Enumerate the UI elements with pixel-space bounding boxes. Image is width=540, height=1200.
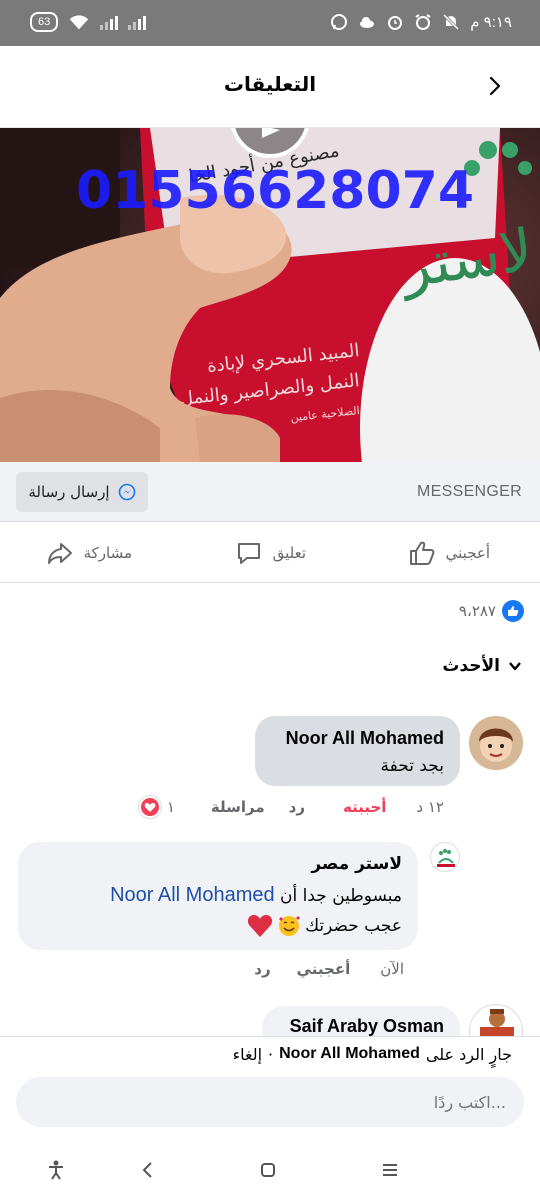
share-icon bbox=[47, 543, 72, 564]
mute-icon bbox=[443, 13, 460, 31]
like-comment-button[interactable]: أعجبني bbox=[297, 960, 351, 978]
replying-to-name: Noor All Mohamed bbox=[279, 1045, 420, 1062]
replying-to-banner: جارٍ الرد على Noor All Mohamed · إلغاء bbox=[233, 1045, 512, 1064]
cloud-icon bbox=[360, 17, 375, 28]
comment-meta: ١٢ د أحببته رد مراسلة ١ bbox=[138, 796, 444, 818]
smiling-hearts-emoji-icon bbox=[277, 914, 301, 938]
reply-composer: جارٍ الرد على Noor All Mohamed · إلغاء bbox=[0, 1036, 540, 1156]
recent-apps-icon[interactable] bbox=[378, 1158, 402, 1182]
message-button[interactable]: مراسلة bbox=[211, 798, 265, 816]
page-avatar[interactable] bbox=[430, 842, 460, 872]
send-message-label: إرسال رسالة bbox=[28, 483, 110, 501]
send-message-button[interactable]: إرسال رسالة bbox=[16, 472, 148, 512]
red-heart-emoji-icon bbox=[247, 914, 273, 938]
sort-dropdown[interactable]: الأحدث bbox=[442, 656, 522, 676]
back-icon[interactable] bbox=[136, 1158, 160, 1182]
accessibility-icon[interactable] bbox=[44, 1158, 68, 1182]
comment-time: ١٢ د bbox=[416, 798, 444, 816]
reply-button[interactable]: رد bbox=[254, 960, 270, 978]
replying-prefix: جارٍ الرد على bbox=[425, 1045, 512, 1064]
comment-text-suffix: عجب حضرتك bbox=[305, 916, 402, 936]
comment-icon bbox=[237, 543, 260, 564]
commenter-name[interactable]: Saif Araby Osman bbox=[290, 1016, 444, 1037]
reaction-count: ٩،٢٨٧ bbox=[458, 602, 496, 620]
signal-icon bbox=[100, 14, 119, 30]
like-label: أعجبني bbox=[445, 544, 490, 562]
separator-dot: · bbox=[268, 1045, 274, 1064]
battery-indicator: 63 bbox=[30, 12, 59, 32]
reply-input[interactable] bbox=[16, 1077, 524, 1127]
comment-text-prefix: مبسوطين جدا أن bbox=[280, 886, 402, 906]
avatar[interactable] bbox=[469, 716, 523, 770]
like-reaction-icon bbox=[502, 600, 524, 622]
share-button[interactable]: مشاركة bbox=[46, 539, 132, 567]
comment-text-line-2: عجب حضرتك bbox=[247, 914, 402, 938]
alarm-icon bbox=[388, 16, 403, 30]
comment-bubble[interactable]: Saif Araby Osman bbox=[262, 1006, 460, 1038]
reaction-summary[interactable]: ٩،٢٨٧ bbox=[459, 600, 524, 622]
comment-bubble[interactable]: Noor All Mohamed بجد تحفة bbox=[255, 716, 460, 786]
commenter-name[interactable]: لاستر مصر bbox=[311, 854, 402, 874]
cancel-reply-button[interactable]: إلغاء bbox=[233, 1045, 262, 1064]
status-bar: 63 ٩:١٩ م bbox=[0, 0, 540, 46]
messenger-label: MESSENGER bbox=[417, 483, 522, 500]
comment-bubble[interactable]: لاستر مصر مبسوطين جدا أن Noor All Mohame… bbox=[18, 842, 418, 950]
back-chevron-icon[interactable] bbox=[482, 74, 506, 98]
reaction-count-badge[interactable]: ١ bbox=[138, 796, 175, 818]
share-label: مشاركة bbox=[83, 544, 132, 562]
home-icon[interactable] bbox=[256, 1158, 280, 1182]
comments-header: التعليقات bbox=[0, 46, 540, 128]
messenger-bar: MESSENGER إرسال رسالة bbox=[0, 462, 540, 522]
alarm-clock-icon bbox=[415, 14, 431, 30]
thumbs-up-icon bbox=[409, 541, 435, 565]
page-title: التعليقات bbox=[223, 72, 317, 96]
comment-label: تعليق bbox=[272, 544, 306, 562]
comment-reaction-count: ١ bbox=[166, 798, 175, 816]
commenter-name[interactable]: Noor All Mohamed bbox=[286, 728, 444, 749]
sort-label: الأحدث bbox=[442, 656, 500, 676]
signal-icon-2 bbox=[128, 14, 147, 30]
system-navigation-bar bbox=[0, 1146, 540, 1200]
messenger-icon bbox=[118, 483, 135, 501]
wifi-icon bbox=[70, 15, 89, 30]
video-preview[interactable]: لاستر مصنوع من أجود الخا المبيد السحري ل… bbox=[0, 128, 540, 462]
post-actions: أعجبني تعليق مشاركة bbox=[0, 523, 540, 583]
comment-meta: الآن أعجبني رد bbox=[254, 960, 404, 978]
reply-button[interactable]: رد bbox=[289, 798, 305, 816]
mention-link[interactable]: Noor All Mohamed bbox=[110, 884, 275, 906]
avatar[interactable] bbox=[469, 1004, 523, 1038]
status-time: ٩:١٩ م bbox=[470, 14, 512, 31]
like-button[interactable]: أعجبني bbox=[408, 539, 490, 567]
comment-button[interactable]: تعليق bbox=[235, 539, 306, 567]
comment-time: الآن bbox=[380, 960, 404, 978]
loved-button[interactable]: أحببته bbox=[343, 798, 386, 816]
chevron-down-icon bbox=[509, 662, 521, 671]
whatsapp-icon bbox=[331, 14, 348, 30]
comment-text: بجد تحفة bbox=[380, 756, 444, 776]
video-phone-overlay: 01556628074 bbox=[76, 161, 474, 221]
love-reaction-icon bbox=[138, 796, 161, 818]
comment-text-line-1: مبسوطين جدا أن Noor All Mohamed bbox=[110, 884, 402, 907]
